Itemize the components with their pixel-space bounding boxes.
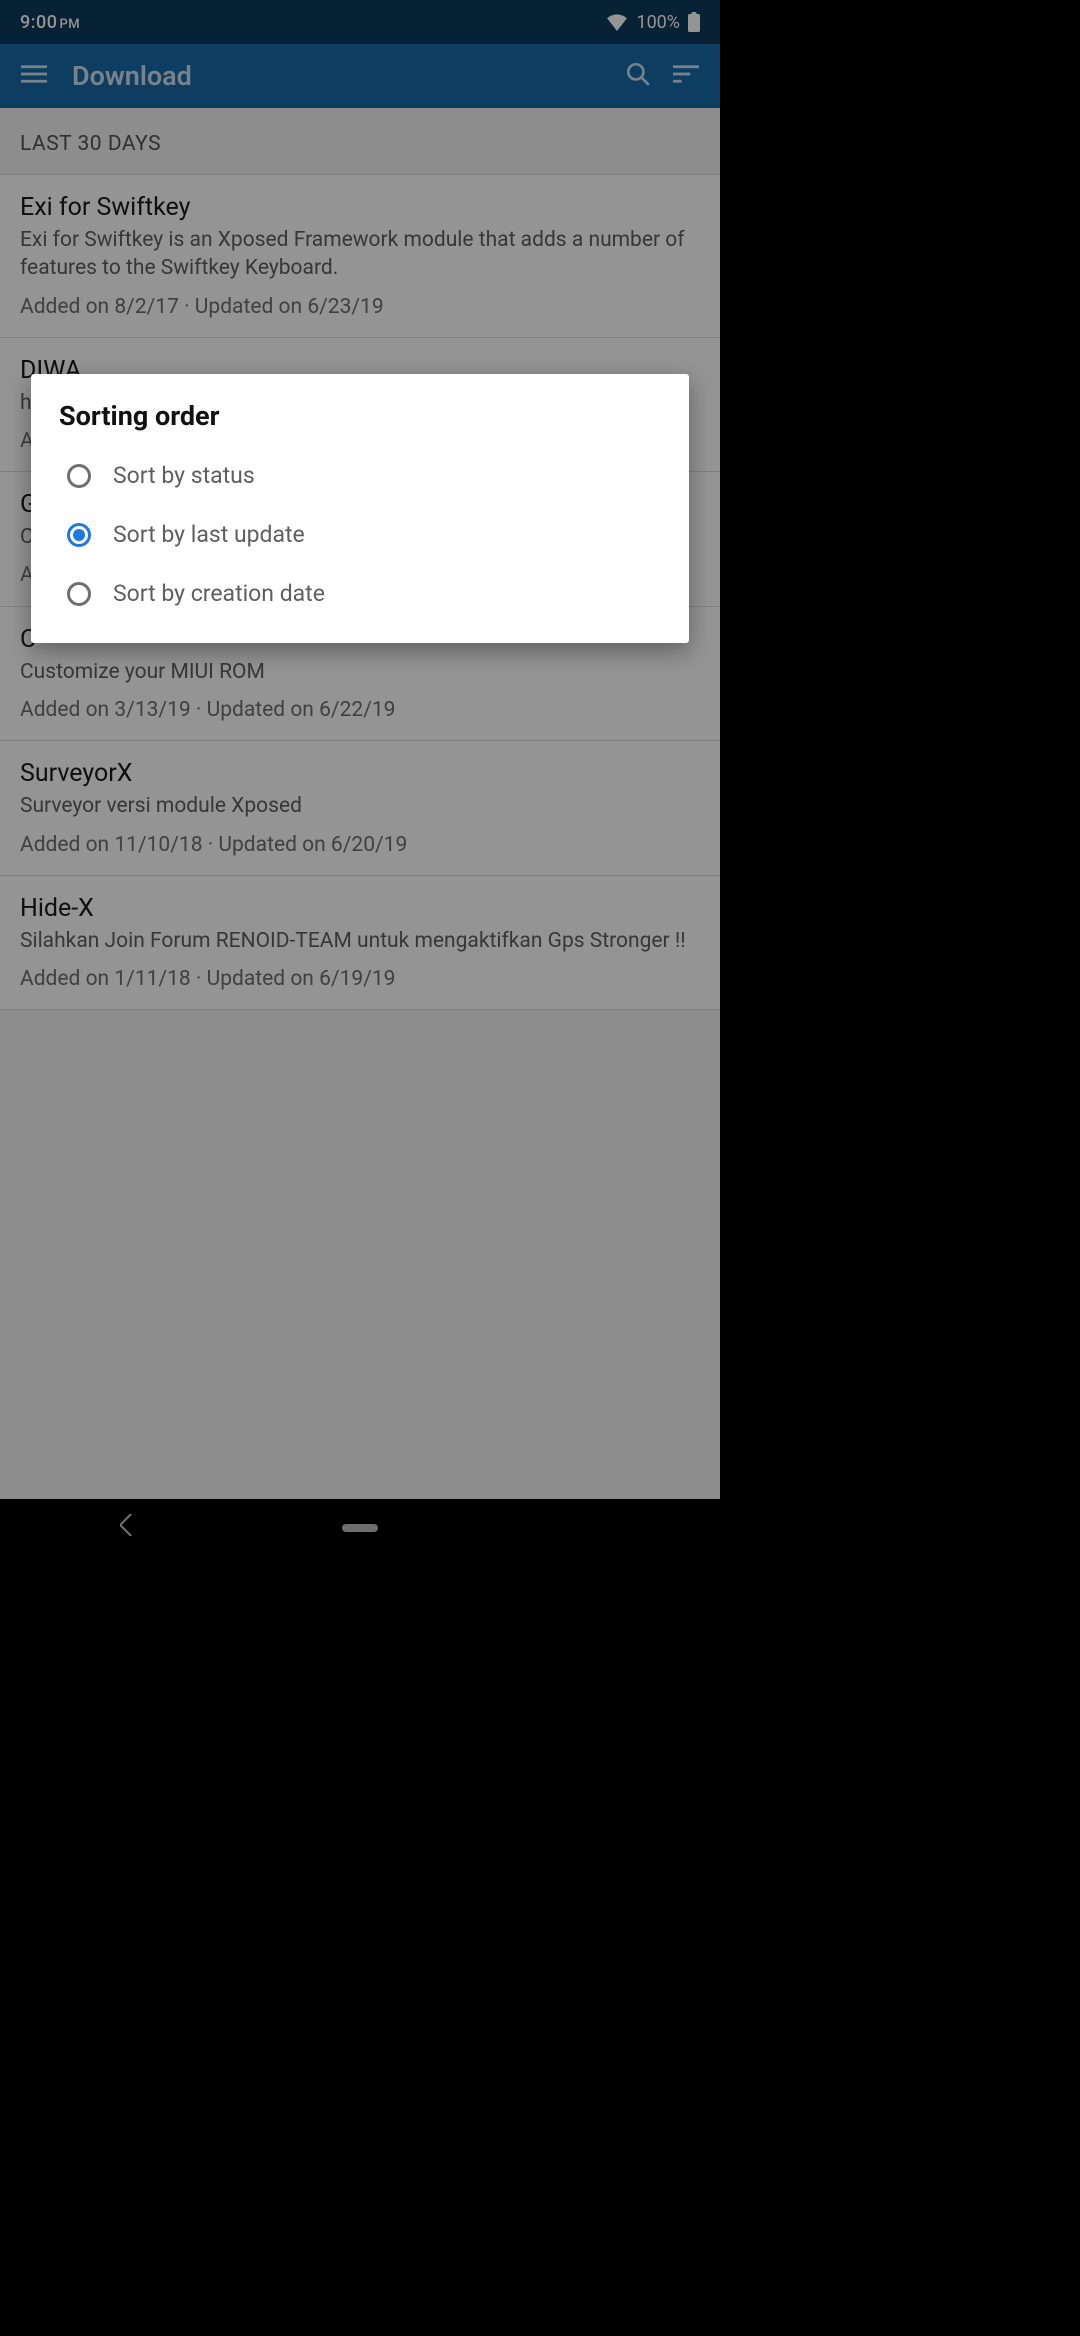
sort-option-creation-date[interactable]: Sort by creation date [31, 564, 689, 623]
sort-option-status[interactable]: Sort by status [31, 446, 689, 505]
radio-icon [67, 582, 91, 606]
sort-option-last-update[interactable]: Sort by last update [31, 505, 689, 564]
radio-icon [67, 523, 91, 547]
radio-label: Sort by last update [113, 521, 305, 548]
dialog-title: Sorting order [31, 400, 689, 446]
system-nav-bar [0, 1499, 720, 1557]
sorting-order-dialog: Sorting order Sort by status Sort by las… [31, 374, 689, 643]
radio-icon [67, 464, 91, 488]
radio-label: Sort by status [113, 462, 255, 489]
dialog-scrim[interactable] [0, 0, 720, 1499]
back-icon[interactable] [120, 1514, 134, 1542]
home-pill[interactable] [342, 1524, 378, 1532]
radio-label: Sort by creation date [113, 580, 325, 607]
